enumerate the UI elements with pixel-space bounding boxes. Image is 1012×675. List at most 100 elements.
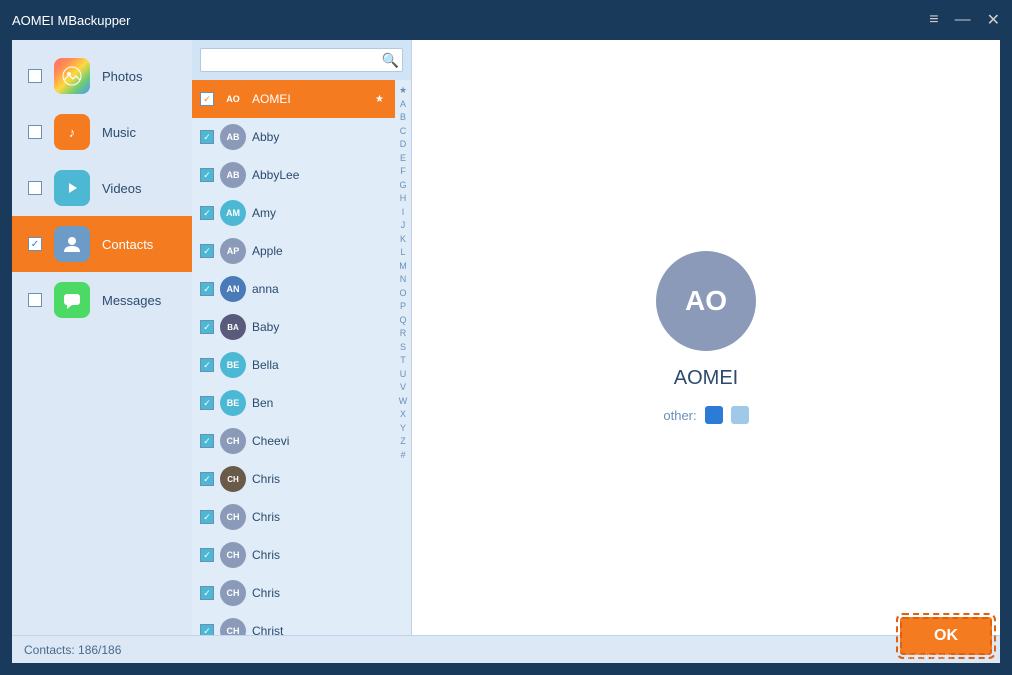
detail-other: other: <box>663 406 748 424</box>
alpha-S[interactable]: S <box>400 341 406 355</box>
contact-checkbox[interactable] <box>200 92 214 106</box>
videos-label: Videos <box>102 181 142 196</box>
contact-checkbox[interactable] <box>200 434 214 448</box>
contact-checkbox[interactable] <box>200 206 214 220</box>
contact-checkbox[interactable] <box>200 396 214 410</box>
contact-list-wrap: AOAOMEI★ABAbbyABAbbyLeeAMAmyAPAppleANann… <box>192 80 411 635</box>
other-label: other: <box>663 408 696 423</box>
contact-item[interactable]: APApple <box>192 232 395 270</box>
alpha-U[interactable]: U <box>400 368 407 382</box>
close-button[interactable]: ✕ <box>987 10 1000 30</box>
contacts-checkbox[interactable] <box>28 237 42 251</box>
contact-avatar: CH <box>220 428 246 454</box>
contact-checkbox[interactable] <box>200 586 214 600</box>
detail-avatar: AO <box>656 251 756 351</box>
contact-avatar: BE <box>220 390 246 416</box>
contact-item[interactable]: CHChris <box>192 498 395 536</box>
contact-avatar: AB <box>220 124 246 150</box>
search-input[interactable] <box>200 48 403 72</box>
contact-checkbox[interactable] <box>200 244 214 258</box>
alpha-X[interactable]: X <box>400 408 406 422</box>
videos-checkbox[interactable] <box>28 181 42 195</box>
contact-avatar: BA <box>220 314 246 340</box>
minimize-button[interactable]: — <box>955 11 971 29</box>
alpha-L[interactable]: L <box>400 246 405 260</box>
search-icon[interactable]: 🔍 <box>382 52 399 69</box>
sidebar-item-photos[interactable]: Photos <box>12 48 192 104</box>
main-container: Photos ♪ Music Videos <box>12 40 1000 663</box>
menu-icon[interactable]: ≡ <box>929 11 938 29</box>
alpha-P[interactable]: P <box>400 300 406 314</box>
sidebar-item-contacts[interactable]: Contacts <box>12 216 192 272</box>
alpha-Q[interactable]: Q <box>399 314 406 328</box>
sidebar-item-videos[interactable]: Videos <box>12 160 192 216</box>
alpha-M[interactable]: M <box>399 260 407 274</box>
contact-name: Chris <box>252 548 280 562</box>
contact-item[interactable]: BEBella <box>192 346 395 384</box>
contact-checkbox[interactable] <box>200 548 214 562</box>
contact-item[interactable]: AOAOMEI★ <box>192 80 395 118</box>
contact-item[interactable]: CHChrist <box>192 612 395 635</box>
messages-icon <box>54 282 90 318</box>
contact-item[interactable]: ABAbbyLee <box>192 156 395 194</box>
contact-name: Cheevi <box>252 434 289 448</box>
contact-item[interactable]: CH Cheevi <box>192 422 395 460</box>
contact-checkbox[interactable] <box>200 130 214 144</box>
contact-item[interactable]: ANanna <box>192 270 395 308</box>
contact-item[interactable]: BEBen <box>192 384 395 422</box>
alpha-J[interactable]: J <box>401 219 406 233</box>
contact-item[interactable]: CHChris <box>192 574 395 612</box>
alpha-G[interactable]: G <box>399 179 406 193</box>
alpha-T[interactable]: T <box>400 354 406 368</box>
alpha-D[interactable]: D <box>400 138 407 152</box>
alpha-H[interactable]: H <box>400 192 407 206</box>
contact-checkbox[interactable] <box>200 282 214 296</box>
alpha-Y[interactable]: Y <box>400 422 406 436</box>
dot-light <box>731 406 749 424</box>
alpha-R[interactable]: R <box>400 327 407 341</box>
alpha-★[interactable]: ★ <box>399 84 407 98</box>
alpha-I[interactable]: I <box>402 206 405 220</box>
alpha-C[interactable]: C <box>400 125 407 139</box>
contact-checkbox[interactable] <box>200 320 214 334</box>
sidebar-item-music[interactable]: ♪ Music <box>12 104 192 160</box>
alpha-#[interactable]: # <box>400 449 405 463</box>
photos-checkbox[interactable] <box>28 69 42 83</box>
contact-avatar: AN <box>220 276 246 302</box>
ok-button[interactable]: OK <box>900 617 992 655</box>
contact-item[interactable]: AM Amy <box>192 194 395 232</box>
contact-name: Baby <box>252 320 279 334</box>
sidebar-item-messages[interactable]: Messages <box>12 272 192 328</box>
title-bar-controls: ≡ — ✕ <box>929 10 1000 30</box>
music-checkbox[interactable] <box>28 125 42 139</box>
alpha-W[interactable]: W <box>399 395 408 409</box>
contact-avatar: AM <box>220 200 246 226</box>
status-bar: Contacts: 186/186 <box>12 635 1000 663</box>
alpha-E[interactable]: E <box>400 152 406 166</box>
alpha-B[interactable]: B <box>400 111 406 125</box>
contact-avatar: CH <box>220 542 246 568</box>
contact-checkbox[interactable] <box>200 168 214 182</box>
alphabet-index[interactable]: ★ABCDEFGHIJKLMNOPQRSTUVWXYZ# <box>395 80 411 635</box>
alpha-Z[interactable]: Z <box>400 435 406 449</box>
contact-item[interactable]: AB Abby <box>192 118 395 156</box>
contact-item[interactable]: CH Chris <box>192 536 395 574</box>
alpha-N[interactable]: N <box>400 273 407 287</box>
alpha-F[interactable]: F <box>400 165 406 179</box>
contact-item[interactable]: BA Baby <box>192 308 395 346</box>
contact-checkbox[interactable] <box>200 624 214 635</box>
alpha-A[interactable]: A <box>400 98 406 112</box>
contact-name: Abby <box>252 130 279 144</box>
search-bar: 🔍 <box>192 40 411 80</box>
contact-name: Amy <box>252 206 276 220</box>
contact-checkbox[interactable] <box>200 358 214 372</box>
contact-item[interactable]: CHChris <box>192 460 395 498</box>
messages-checkbox[interactable] <box>28 293 42 307</box>
search-input-wrap: 🔍 <box>200 48 403 72</box>
contact-checkbox[interactable] <box>200 510 214 524</box>
alpha-V[interactable]: V <box>400 381 406 395</box>
contact-checkbox[interactable] <box>200 472 214 486</box>
alpha-O[interactable]: O <box>399 287 406 301</box>
alpha-K[interactable]: K <box>400 233 406 247</box>
messages-label: Messages <box>102 293 161 308</box>
